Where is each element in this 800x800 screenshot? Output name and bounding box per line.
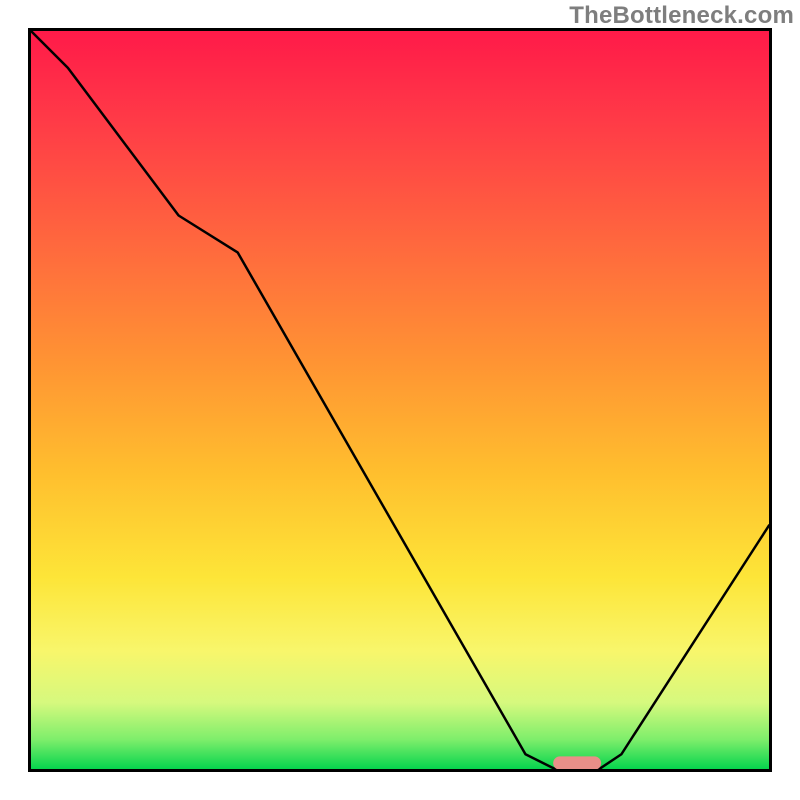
optimum-marker [553, 756, 601, 769]
watermark-text: TheBottleneck.com [569, 2, 794, 30]
plot-svg [31, 31, 769, 769]
plot-area [28, 28, 772, 772]
chart-container: TheBottleneck.com [0, 0, 800, 800]
bottleneck-curve [31, 31, 769, 769]
